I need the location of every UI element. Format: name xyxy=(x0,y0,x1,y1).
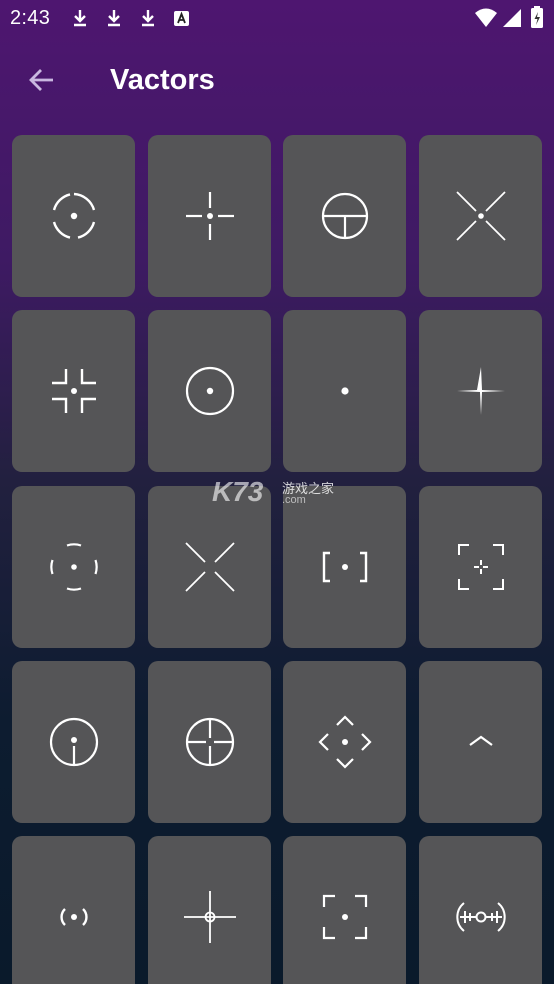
crosshair-broken-circle-dot-icon xyxy=(52,192,95,239)
crosshair-tile[interactable] xyxy=(148,135,271,297)
crosshair-four-arcs-dot-icon xyxy=(49,543,98,591)
crosshair-circle-t-icon xyxy=(321,192,368,240)
crosshair-gap-cross-dot-icon xyxy=(185,192,234,240)
crosshair-tile[interactable] xyxy=(148,661,271,823)
crosshair-circle-cross-gaps-icon xyxy=(185,717,234,767)
crosshair-parens-dot-icon xyxy=(59,908,88,926)
crosshair-tile[interactable] xyxy=(283,486,406,648)
download-icon xyxy=(74,10,86,27)
crosshair-tile[interactable] xyxy=(12,135,135,297)
crosshair-thin-star-icon xyxy=(456,367,505,415)
app-bar: Vactors xyxy=(0,36,554,126)
crosshair-chevron-up-icon xyxy=(468,735,493,746)
crosshair-tile[interactable] xyxy=(148,836,271,984)
crosshair-tile[interactable] xyxy=(148,310,271,472)
crosshair-tile[interactable] xyxy=(283,836,406,984)
wifi-icon xyxy=(475,8,497,27)
crosshair-tile[interactable] xyxy=(12,661,135,823)
crosshair-tile[interactable] xyxy=(12,836,135,984)
crosshair-tile[interactable] xyxy=(283,310,406,472)
page-title: Vactors xyxy=(110,64,215,96)
crosshair-tile[interactable] xyxy=(283,135,406,297)
signal-icon xyxy=(503,9,521,27)
crosshair-diagonal-x-dot-icon xyxy=(455,191,506,241)
crosshair-dot-icon xyxy=(340,387,349,395)
status-time: 2:43 xyxy=(10,7,51,29)
crosshair-rangefinder-icon xyxy=(455,902,506,932)
battery-icon xyxy=(531,6,543,28)
crosshair-square-corners-dot-icon xyxy=(322,894,367,940)
crosshair-tile[interactable] xyxy=(419,486,542,648)
crosshair-tile[interactable] xyxy=(419,310,542,472)
crosshair-tile[interactable] xyxy=(419,135,542,297)
crosshair-corner-brackets-dot-icon xyxy=(51,369,96,413)
status-bar: 2:43 xyxy=(0,0,554,36)
download-icon xyxy=(108,10,120,27)
download-icon xyxy=(142,10,154,27)
font-icon xyxy=(174,11,189,26)
crosshair-tile[interactable] xyxy=(12,486,135,648)
crosshair-tile[interactable] xyxy=(419,661,542,823)
crosshair-tile[interactable] xyxy=(148,486,271,648)
crosshair-tile[interactable] xyxy=(283,661,406,823)
crosshair-circle-dot-icon xyxy=(185,366,234,416)
crosshair-tile[interactable] xyxy=(419,836,542,984)
crosshair-diagonal-x-icon xyxy=(184,542,235,592)
arrow-left-icon[interactable] xyxy=(22,60,62,100)
crosshair-circle-vertical-dot-icon xyxy=(49,717,98,767)
crosshair-brackets-dot-icon xyxy=(322,551,367,583)
crosshair-diamond-chevrons-dot-icon xyxy=(317,715,372,769)
crosshair-cross-small-circle-icon xyxy=(183,891,236,943)
crosshair-tile[interactable] xyxy=(12,310,135,472)
crosshair-square-corners-cross-icon xyxy=(457,544,504,590)
